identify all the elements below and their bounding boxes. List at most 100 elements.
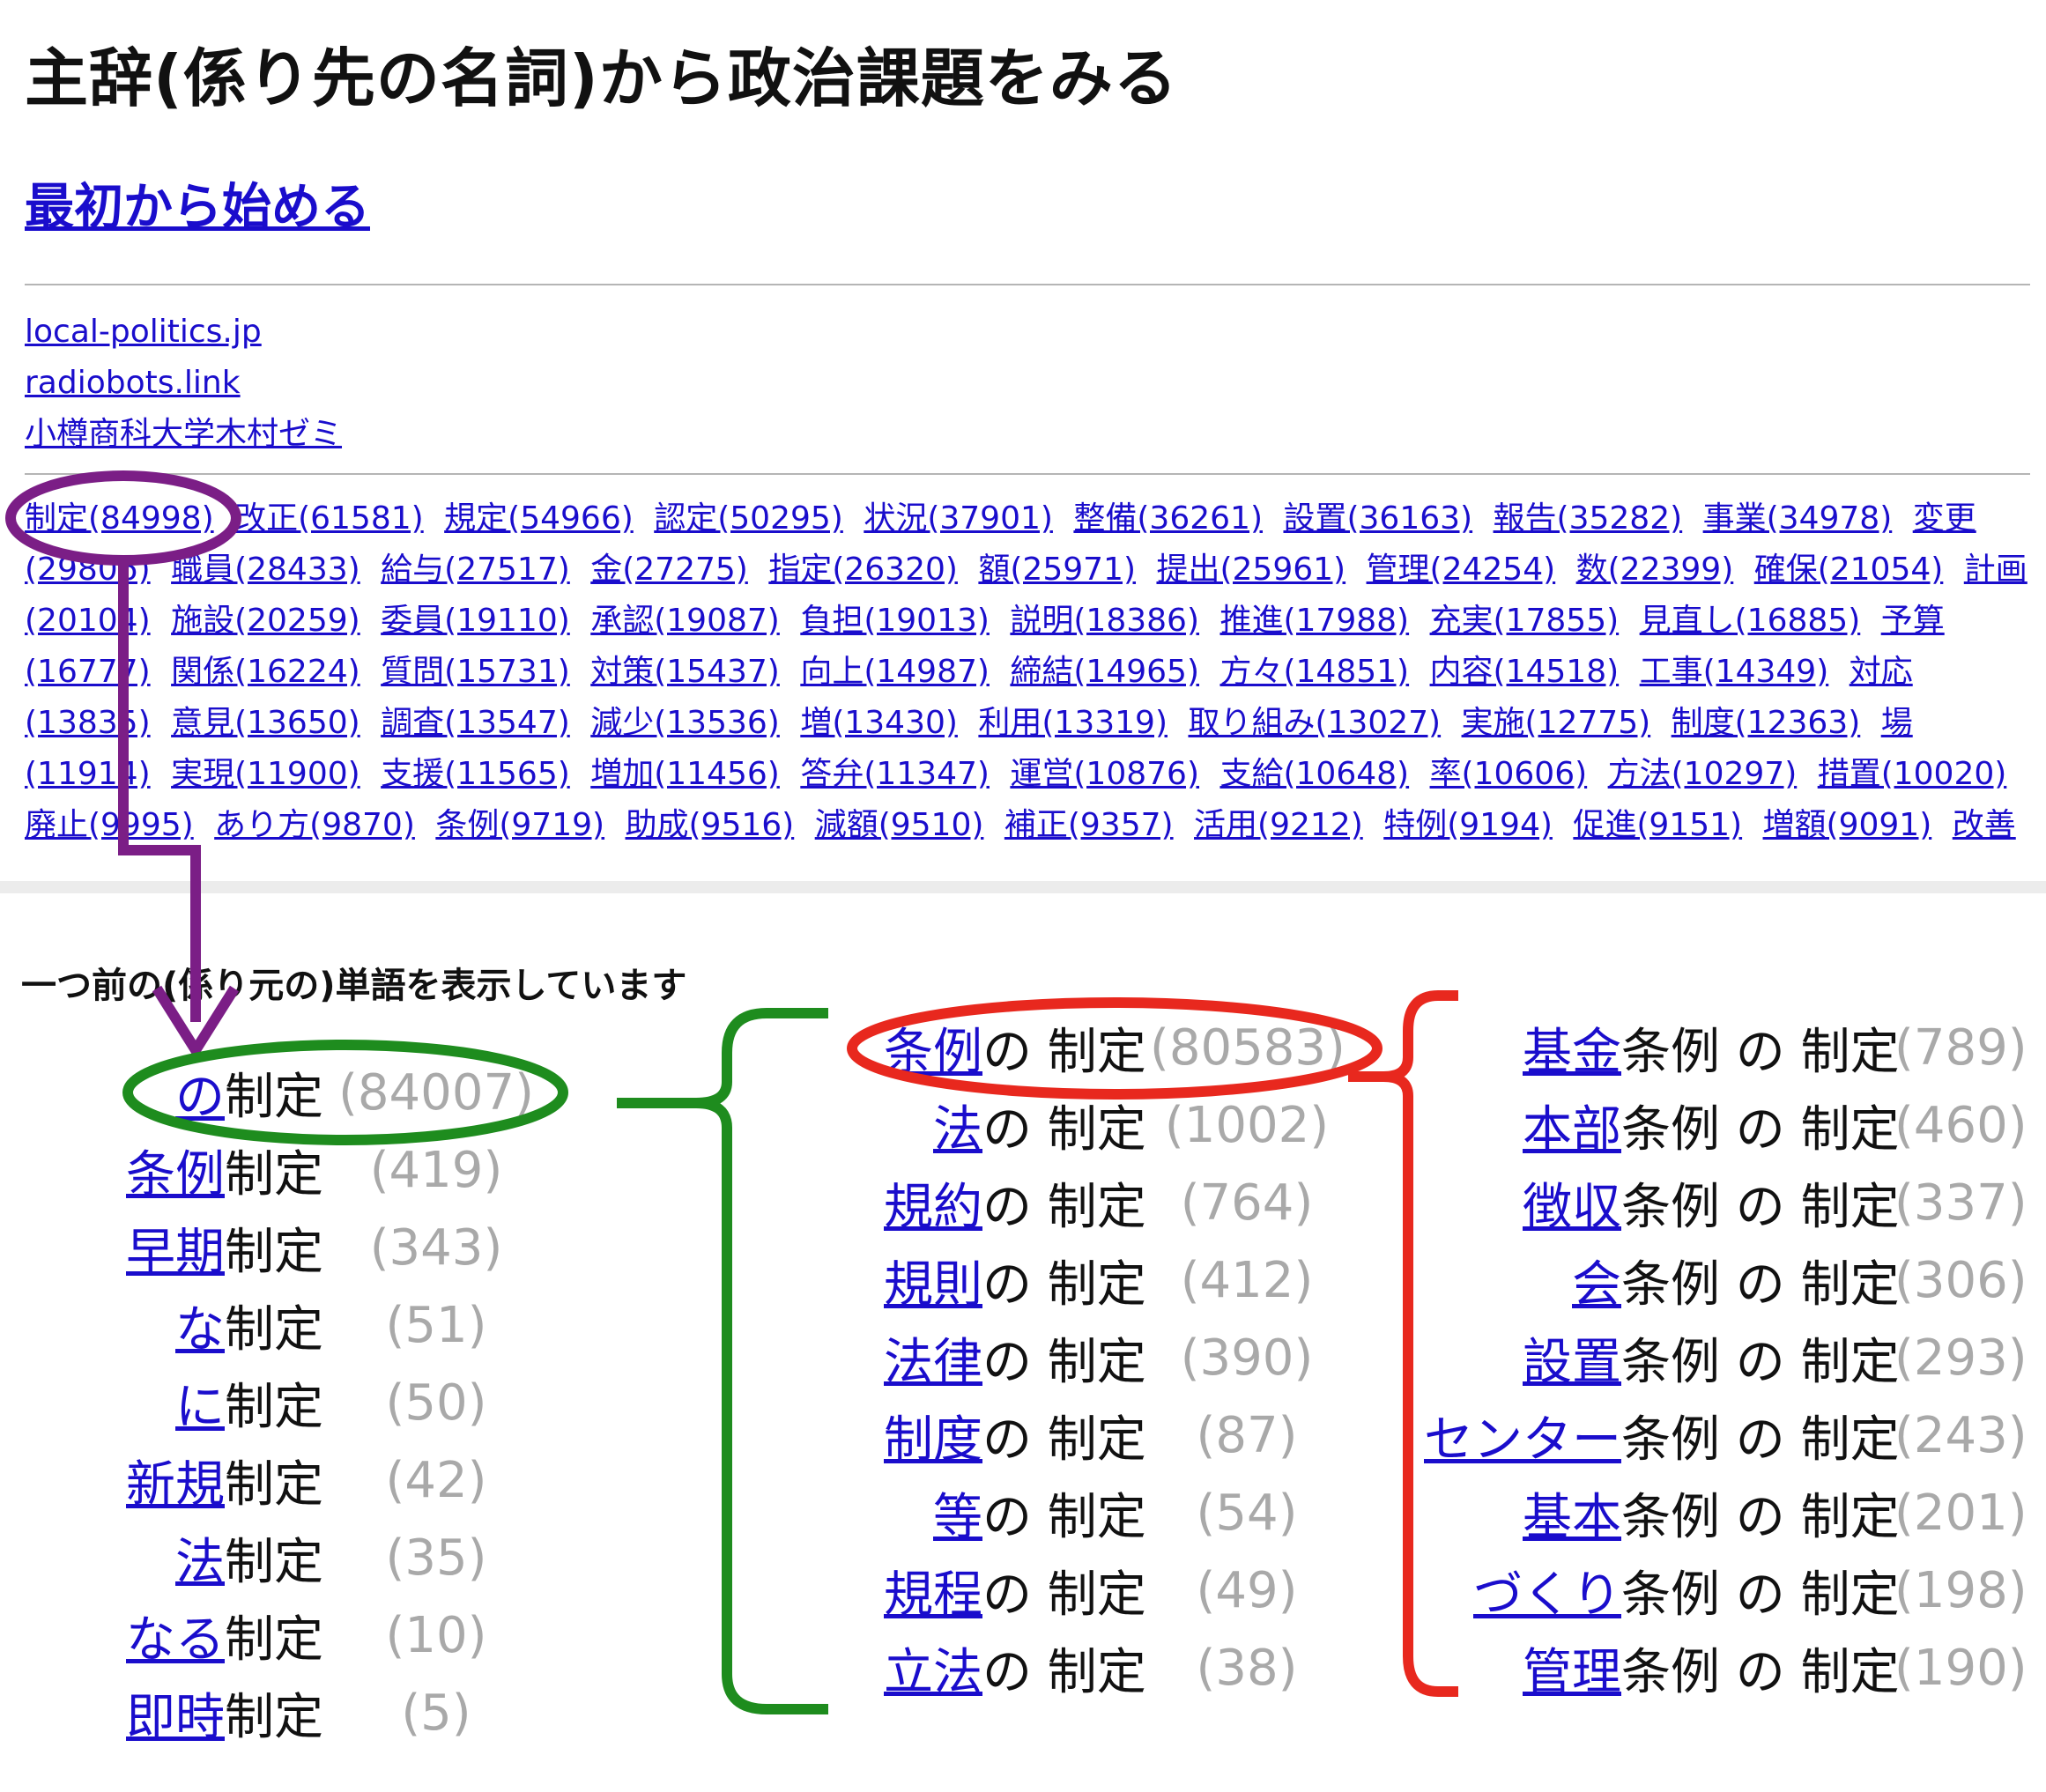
word-link[interactable]: 特例(9194) bbox=[1383, 807, 1553, 843]
word-link[interactable]: 増加(11456) bbox=[590, 756, 780, 792]
word-link[interactable]: 運営(10876) bbox=[1010, 756, 1199, 792]
dependency-word-link[interactable]: 設置 bbox=[1419, 1322, 1621, 1394]
word-link[interactable]: 説明(18386) bbox=[1010, 603, 1199, 639]
word-link[interactable]: 認定(50295) bbox=[654, 500, 843, 537]
word-link[interactable]: 職員(28433) bbox=[171, 552, 360, 588]
word-link[interactable]: 状況(37901) bbox=[864, 500, 1053, 537]
word-link[interactable]: 設置(36163) bbox=[1283, 500, 1472, 537]
word-link[interactable]: 管理(24254) bbox=[1367, 552, 1556, 588]
word-link[interactable]: 補正(9357) bbox=[1004, 807, 1174, 843]
dependency-word-link[interactable]: 立法 bbox=[868, 1633, 982, 1704]
word-link[interactable]: 見直し(16885) bbox=[1640, 603, 1861, 639]
word-link[interactable]: 事業(34978) bbox=[1703, 500, 1893, 537]
dependency-word-link[interactable]: 法 bbox=[115, 1522, 225, 1594]
word-link[interactable]: 締結(14965) bbox=[1010, 654, 1199, 690]
word-link[interactable]: 給与(27517) bbox=[381, 552, 570, 588]
dependency-word-link[interactable]: 基本 bbox=[1419, 1477, 1621, 1549]
word-link[interactable]: 質問(15731) bbox=[381, 654, 570, 690]
word-link[interactable]: 規定(54966) bbox=[444, 500, 634, 537]
word-link[interactable]: 減少(13536) bbox=[590, 705, 780, 741]
occurrence-count: (293) bbox=[1894, 1329, 2027, 1387]
word-link[interactable]: 率(10606) bbox=[1430, 756, 1588, 792]
word-link[interactable]: 制度(12363) bbox=[1672, 705, 1861, 741]
restart-link[interactable]: 最初から始める bbox=[25, 167, 370, 239]
dependency-word-link[interactable]: 管理 bbox=[1419, 1633, 1621, 1704]
dependency-word-link[interactable]: センター bbox=[1419, 1400, 1621, 1471]
word-link[interactable]: 向上(14987) bbox=[800, 654, 990, 690]
dependency-word-link[interactable]: 基金 bbox=[1419, 1012, 1621, 1084]
word-link[interactable]: 数(22399) bbox=[1576, 552, 1734, 588]
dependency-word-link[interactable]: 条例 bbox=[115, 1135, 225, 1206]
word-link[interactable]: 方々(14851) bbox=[1219, 654, 1409, 690]
dependency-row: 基本 条例 の 制定 (201) bbox=[1419, 1474, 2027, 1551]
phrase-tail: 条例 の 制定 bbox=[1621, 1411, 1900, 1469]
word-link[interactable]: 増(13430) bbox=[800, 705, 958, 741]
word-link[interactable]: 支援(11565) bbox=[381, 756, 570, 792]
dependency-word-link[interactable]: 等 bbox=[868, 1477, 982, 1549]
dependency-word-link[interactable]: の bbox=[115, 1057, 225, 1129]
word-link[interactable]: 調査(13547) bbox=[381, 705, 570, 741]
dependency-word-link[interactable]: な bbox=[115, 1290, 225, 1361]
word-link[interactable]: 答弁(11347) bbox=[800, 756, 990, 792]
word-link[interactable]: 充実(17855) bbox=[1430, 603, 1620, 639]
dependency-word-link[interactable]: 会 bbox=[1419, 1245, 1621, 1316]
word-link[interactable]: 確保(21054) bbox=[1754, 552, 1944, 588]
word-link[interactable]: 措置(10020) bbox=[1818, 756, 2007, 792]
link-kimura-seminar[interactable]: 小樽商科大学木村ゼミ bbox=[25, 409, 342, 460]
dependency-word-link[interactable]: 即時 bbox=[115, 1677, 225, 1749]
word-link[interactable]: 活用(9212) bbox=[1194, 807, 1363, 843]
word-link[interactable]: 内容(14518) bbox=[1430, 654, 1620, 690]
word-link[interactable]: 負担(19013) bbox=[800, 603, 990, 639]
word-link[interactable]: 増額(9091) bbox=[1763, 807, 1932, 843]
dependency-word-link[interactable]: 条例 bbox=[868, 1012, 982, 1084]
dependency-word-link[interactable]: 新規 bbox=[115, 1445, 225, 1516]
word-link[interactable]: 整備(36261) bbox=[1073, 500, 1263, 537]
dependency-word-link[interactable]: なる bbox=[115, 1600, 225, 1671]
word-link[interactable]: 取り組み(13027) bbox=[1188, 705, 1441, 741]
dependency-word-link[interactable]: 規則 bbox=[868, 1245, 982, 1316]
word-link[interactable]: 金(27275) bbox=[590, 552, 748, 588]
word-link[interactable]: 額(25971) bbox=[978, 552, 1136, 588]
word-link[interactable]: 助成(9516) bbox=[626, 807, 795, 843]
word-link[interactable]: 実現(11900) bbox=[171, 756, 360, 792]
word-link[interactable]: 制定(84998) bbox=[25, 500, 214, 537]
word-link[interactable]: 支給(10648) bbox=[1219, 756, 1409, 792]
word-link[interactable]: 改善 bbox=[1953, 807, 2016, 843]
word-link[interactable]: 意見(13650) bbox=[171, 705, 360, 741]
word-link[interactable]: 報告(35282) bbox=[1494, 500, 1683, 537]
word-link[interactable]: 関係(16224) bbox=[171, 654, 360, 690]
word-link[interactable]: 実施(12775) bbox=[1462, 705, 1651, 741]
phrase-tail: 条例 の 制定 bbox=[1621, 1333, 1900, 1391]
word-link[interactable]: 減額(9510) bbox=[815, 807, 984, 843]
word-link[interactable]: 承認(19087) bbox=[590, 603, 780, 639]
dependency-word-link[interactable]: に bbox=[115, 1367, 225, 1439]
word-link[interactable]: 促進(9151) bbox=[1573, 807, 1742, 843]
word-link[interactable]: 指定(26320) bbox=[768, 552, 958, 588]
dependency-word-link[interactable]: 法 bbox=[868, 1090, 982, 1161]
dependency-word-link[interactable]: づくり bbox=[1419, 1555, 1621, 1626]
word-link[interactable]: 委員(19110) bbox=[381, 603, 570, 639]
link-radiobots[interactable]: radiobots.link bbox=[25, 358, 342, 409]
link-local-politics[interactable]: local-politics.jp bbox=[25, 307, 342, 358]
word-link[interactable]: 方法(10297) bbox=[1608, 756, 1798, 792]
word-link[interactable]: 廃止(9995) bbox=[25, 807, 194, 843]
word-link[interactable]: 利用(13319) bbox=[978, 705, 1168, 741]
dependency-row: 規程の 制定 (49) bbox=[868, 1551, 1344, 1629]
word-link[interactable]: 対策(15437) bbox=[590, 654, 780, 690]
word-link[interactable]: あり方(9870) bbox=[214, 807, 415, 843]
phrase-tail: 条例 の 制定 bbox=[1621, 1178, 1900, 1236]
dependency-word-link[interactable]: 本部 bbox=[1419, 1090, 1621, 1161]
word-link[interactable]: 提出(25961) bbox=[1156, 552, 1345, 588]
dependency-word-link[interactable]: 規約 bbox=[868, 1167, 982, 1239]
dependency-word-link[interactable]: 徴収 bbox=[1419, 1167, 1621, 1239]
word-link[interactable]: 条例(9719) bbox=[435, 807, 604, 843]
word-link[interactable]: 工事(14349) bbox=[1640, 654, 1829, 690]
dependency-word-link[interactable]: 早期 bbox=[115, 1212, 225, 1284]
dependency-word-link[interactable]: 制度 bbox=[868, 1400, 982, 1471]
word-link[interactable]: 推進(17988) bbox=[1219, 603, 1409, 639]
dependency-word-link[interactable]: 規程 bbox=[868, 1555, 982, 1626]
dependency-word-link[interactable]: 法律 bbox=[868, 1322, 982, 1394]
occurrence-count: (51) bbox=[385, 1296, 487, 1354]
word-link[interactable]: 改正(61581) bbox=[234, 500, 424, 537]
word-link[interactable]: 施設(20259) bbox=[171, 603, 360, 639]
